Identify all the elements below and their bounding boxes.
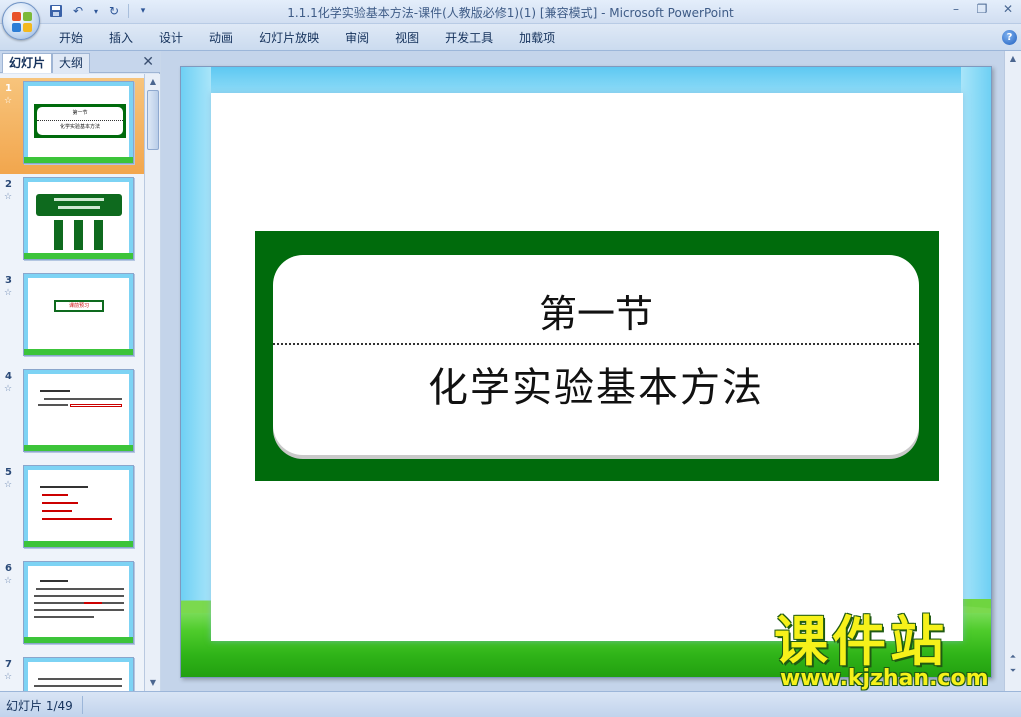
thumbnail-image: 第一节 化学实验基本方法	[23, 81, 134, 164]
title-separator: -	[597, 6, 610, 20]
tab-review[interactable]: 审阅	[332, 29, 382, 47]
window-controls: – ❐ ✕	[943, 0, 1021, 18]
current-slide[interactable]: 第一节 化学实验基本方法	[180, 66, 992, 678]
thumb-label: 课前预习	[54, 300, 104, 312]
slide-thumbnails: 1 ☆ 第一节 化学实验基本方法 2 ☆ 3 ☆ 课前预习 4 ☆ 5 ☆ 6 …	[0, 74, 144, 691]
slide-number: 6	[5, 563, 12, 574]
title-divider	[273, 343, 919, 345]
pane-tabs: 幻灯片 大纲 ✕	[0, 51, 160, 73]
animation-star-icon: ☆	[4, 384, 13, 394]
tab-slides[interactable]: 幻灯片	[2, 53, 53, 73]
title-bar: ↶ ▾ ↻ ▾ 1.1.1化学实验基本方法-课件(人教版必修1)(1) [兼容模…	[0, 0, 1021, 24]
scrollbar-thumb[interactable]	[147, 90, 159, 150]
animation-star-icon: ☆	[4, 288, 13, 298]
slide-number: 2	[5, 179, 12, 190]
slide-number: 1	[5, 83, 12, 94]
thumb-title-line2: 化学实验基本方法	[37, 120, 123, 134]
window-title: 1.1.1化学实验基本方法-课件(人教版必修1)(1) [兼容模式] - Mic…	[0, 4, 1021, 21]
help-icon[interactable]: ?	[1002, 30, 1017, 45]
slide-sky-border	[181, 67, 991, 93]
animation-star-icon: ☆	[4, 96, 13, 106]
slide-scrollbar[interactable]: ▲ ⏶ ⏷	[1004, 51, 1021, 691]
slide-number: 4	[5, 371, 12, 382]
scroll-up-icon[interactable]: ▲	[1007, 53, 1019, 65]
thumb-title-line1: 第一节	[72, 110, 88, 116]
tab-insert[interactable]: 插入	[96, 29, 146, 47]
animation-star-icon: ☆	[4, 672, 13, 682]
thumbnail-image: 课前预习	[23, 273, 134, 356]
title-card: 第一节 化学实验基本方法	[273, 255, 919, 455]
thumbnail-image	[23, 369, 134, 452]
close-pane-icon[interactable]: ✕	[142, 54, 154, 70]
slide-title-line2[interactable]: 化学实验基本方法	[273, 355, 919, 413]
slide-thumbnail-7[interactable]: 7 ☆	[0, 654, 144, 691]
status-bar: 幻灯片 1/49	[0, 691, 1021, 717]
watermark-logo: 课件站 www.kjzhan.com	[770, 612, 1006, 692]
slide-number: 7	[5, 659, 12, 670]
slide-count: 幻灯片 1/49	[6, 699, 73, 713]
next-slide-icon[interactable]: ⏷	[1007, 665, 1019, 677]
maximize-icon[interactable]: ❐	[969, 0, 995, 18]
tab-slide-show[interactable]: 幻灯片放映	[246, 29, 332, 47]
thumbnail-image	[23, 465, 134, 548]
watermark-url: www.kjzhan.com	[780, 666, 989, 691]
scroll-up-icon[interactable]: ▲	[147, 76, 159, 88]
animation-star-icon: ☆	[4, 480, 13, 490]
slide-number: 5	[5, 467, 12, 478]
close-window-icon[interactable]: ✕	[995, 0, 1021, 18]
tab-animations[interactable]: 动画	[196, 29, 246, 47]
thumb-title-box: 第一节 化学实验基本方法	[34, 104, 126, 138]
slide-sky-right	[961, 67, 991, 677]
animation-star-icon: ☆	[4, 576, 13, 586]
slide-thumbnail-3[interactable]: 3 ☆ 课前预习	[0, 270, 144, 366]
slide-number: 3	[5, 275, 12, 286]
tab-view[interactable]: 视图	[382, 29, 432, 47]
tab-home[interactable]: 开始	[46, 29, 96, 47]
animation-star-icon: ☆	[4, 192, 13, 202]
slide-title-line1[interactable]: 第一节	[273, 283, 919, 338]
slide-sky-left	[181, 67, 211, 677]
thumbnail-image	[23, 561, 134, 644]
document-title: 1.1.1化学实验基本方法-课件(人教版必修1)(1) [兼容模式]	[287, 6, 598, 20]
status-separator	[82, 696, 83, 714]
minimize-icon[interactable]: –	[943, 0, 969, 18]
ribbon: 开始 插入 设计 动画 幻灯片放映 审阅 视图 开发工具 加载项 ?	[0, 24, 1021, 51]
tab-outline[interactable]: 大纲	[52, 53, 91, 73]
slide-thumbnail-5[interactable]: 5 ☆	[0, 462, 144, 558]
slide-thumbnail-2[interactable]: 2 ☆	[0, 174, 144, 270]
tab-design[interactable]: 设计	[146, 29, 196, 47]
slides-pane: 幻灯片 大纲 ✕ 1 ☆ 第一节 化学实验基本方法 2 ☆ 3 ☆ 课前预习 4…	[0, 51, 160, 691]
slide-editor: 第一节 化学实验基本方法 ▲ ⏶ ⏷	[161, 51, 1021, 691]
watermark-text: 课件站	[774, 610, 948, 673]
slide-thumbnail-4[interactable]: 4 ☆	[0, 366, 144, 462]
thumbnails-scrollbar[interactable]: ▲ ▼	[144, 74, 160, 691]
app-name: Microsoft PowerPoint	[609, 6, 734, 20]
thumbnail-image	[23, 657, 134, 691]
slide-thumbnail-1[interactable]: 1 ☆ 第一节 化学实验基本方法	[0, 78, 144, 174]
office-logo-icon	[12, 12, 32, 32]
scroll-down-icon[interactable]: ▼	[147, 677, 159, 689]
slide-thumbnail-6[interactable]: 6 ☆	[0, 558, 144, 654]
tab-add-ins[interactable]: 加载项	[506, 29, 568, 47]
tab-developer[interactable]: 开发工具	[432, 29, 506, 47]
thumbnail-image	[23, 177, 134, 260]
office-button[interactable]	[2, 2, 40, 40]
title-box[interactable]: 第一节 化学实验基本方法	[255, 231, 939, 481]
ribbon-tabs: 开始 插入 设计 动画 幻灯片放映 审阅 视图 开发工具 加载项	[46, 29, 568, 47]
previous-slide-icon[interactable]: ⏶	[1007, 651, 1019, 663]
